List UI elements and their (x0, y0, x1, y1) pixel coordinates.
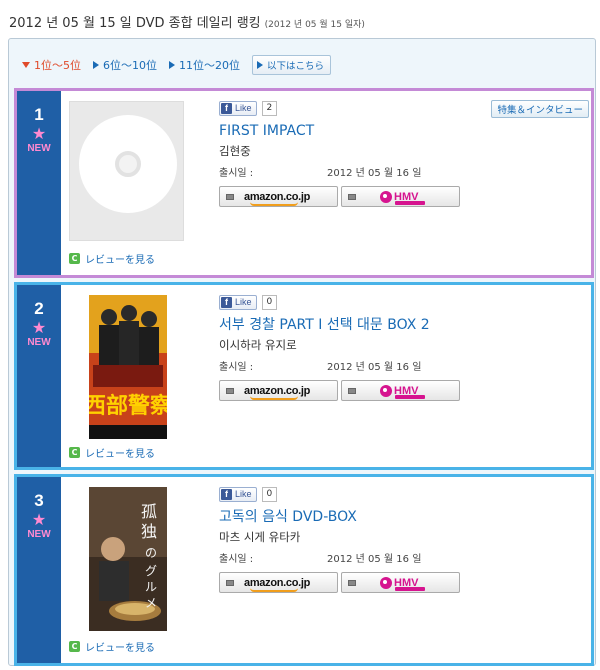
review-link[interactable]: C レビューを見る (69, 639, 155, 654)
item-title[interactable]: FIRST IMPACT (219, 122, 579, 140)
cart-icon (226, 579, 234, 586)
page-title-date: (2012 년 05 월 15 일자) (264, 20, 365, 30)
release-label: 출시일 : (219, 168, 254, 179)
new-badge: NEW (27, 337, 51, 348)
cover-image[interactable]: 西部警察 (89, 295, 167, 439)
cover-image[interactable]: 孤 独 の グ ル メ (89, 487, 167, 631)
item-title[interactable]: 고독의 음식 DVD-BOX (219, 508, 579, 526)
rank-item-2: 2 ★ NEW 西部警察 C レビューを見る f Like 0 서부 경찰 PART… (14, 282, 594, 470)
cart-icon (226, 387, 234, 394)
star-icon: ★ (31, 124, 47, 143)
item-artist: 마츠 시게 유타카 (219, 530, 301, 544)
rank-range-tabs: 1位～5位 6位～10位 11位～20位 以下はこちら (12, 48, 592, 82)
release-date: 2012 년 05 월 16 일 (327, 168, 422, 179)
rank-badge: 2 ★ NEW (17, 285, 61, 467)
cart-icon (348, 579, 356, 586)
facebook-icon: f (221, 102, 232, 114)
triangle-right-icon (93, 61, 99, 69)
cover-art: 西部警察 (89, 295, 167, 439)
amazon-logo: amazon.co.jp (244, 384, 311, 400)
svg-text:の: の (145, 546, 157, 560)
review-link[interactable]: C レビューを見る (69, 251, 155, 266)
feature-interview-button[interactable]: 特集＆インタビュー (491, 100, 589, 118)
review-icon: C (69, 253, 80, 264)
tab-1-5[interactable]: 1位～5位 (22, 57, 81, 73)
new-badge: NEW (27, 529, 51, 540)
amazon-button[interactable]: amazon.co.jp (219, 186, 338, 207)
release-date: 2012 년 05 월 16 일 (327, 554, 422, 565)
facebook-like-button[interactable]: f Like (219, 486, 257, 502)
rank-item-1: 1 ★ NEW C レビューを見る f Like 2 特集＆インタビュー FIRST… (14, 88, 594, 278)
amazon-button[interactable]: amazon.co.jp (219, 380, 338, 401)
svg-text:ル: ル (145, 580, 157, 594)
cart-icon (226, 193, 234, 200)
hmv-button[interactable]: HMV (341, 186, 460, 207)
cart-icon (348, 387, 356, 394)
more-button[interactable]: 以下はこちら (252, 55, 332, 75)
disc-placeholder-icon (79, 115, 177, 213)
review-icon: C (69, 447, 80, 458)
release-label: 출시일 : (219, 554, 254, 565)
svg-text:独: 独 (141, 522, 157, 541)
facebook-icon: f (221, 488, 232, 500)
svg-text:孤: 孤 (141, 502, 157, 521)
new-badge: NEW (27, 143, 51, 154)
star-icon: ★ (31, 318, 47, 337)
star-icon: ★ (31, 510, 47, 529)
svg-text:グ: グ (145, 564, 157, 578)
triangle-right-icon (257, 61, 263, 69)
triangle-right-icon (169, 61, 175, 69)
like-count: 0 (261, 486, 278, 502)
tab-11-20[interactable]: 11位～20位 (169, 57, 240, 73)
hmv-button[interactable]: HMV (341, 380, 460, 401)
page-title-text: 2012 년 05 월 15 일 DVD 종합 데일리 랭킹 (9, 16, 261, 31)
amazon-button[interactable]: amazon.co.jp (219, 572, 338, 593)
svg-text:西部警察: 西部警察 (89, 393, 167, 419)
page-title: 2012 년 05 월 15 일 DVD 종합 데일리 랭킹 (2012 년 05… (9, 12, 365, 31)
release-label: 출시일 : (219, 362, 254, 373)
item-artist: 이시하라 유지로 (219, 338, 297, 352)
like-count: 2 (261, 100, 278, 116)
cover-image[interactable] (69, 101, 184, 241)
item-info: f Like 0 고독의 음식 DVD-BOX 마츠 시게 유타카 출시일 : 20… (219, 486, 579, 593)
facebook-like-button[interactable]: f Like (219, 294, 257, 310)
release-date: 2012 년 05 월 16 일 (327, 362, 422, 373)
item-title[interactable]: 서부 경찰 PART Ⅰ 선택 대문 BOX 2 (219, 316, 579, 334)
review-link[interactable]: C レビューを見る (69, 445, 155, 460)
triangle-down-icon (22, 62, 30, 68)
tab-6-10[interactable]: 6位～10位 (93, 57, 157, 73)
rank-badge: 3 ★ NEW (17, 477, 61, 663)
cover-art: 孤 独 の グ ル メ (89, 487, 167, 631)
facebook-like-button[interactable]: f Like (219, 100, 257, 116)
rank-number: 3 (34, 491, 44, 510)
rank-item-3: 3 ★ NEW 孤 独 の グ ル メ C レビューを見る f Like 0 고독의… (14, 474, 594, 666)
item-info: f Like 2 特集＆インタビュー FIRST IMPACT 김현중 출시일 :… (219, 100, 589, 207)
svg-text:メ: メ (145, 596, 157, 610)
item-info: f Like 0 서부 경찰 PART Ⅰ 선택 대문 BOX 2 이시하라 유지… (219, 294, 579, 401)
rank-number: 1 (34, 105, 44, 124)
amazon-logo: amazon.co.jp (244, 190, 311, 206)
amazon-logo: amazon.co.jp (244, 576, 311, 592)
hmv-button[interactable]: HMV (341, 572, 460, 593)
like-count: 0 (261, 294, 278, 310)
rank-badge: 1 ★ NEW (17, 91, 61, 275)
rank-number: 2 (34, 299, 44, 318)
cart-icon (348, 193, 356, 200)
item-artist: 김현중 (219, 144, 251, 158)
review-icon: C (69, 641, 80, 652)
facebook-icon: f (221, 296, 232, 308)
